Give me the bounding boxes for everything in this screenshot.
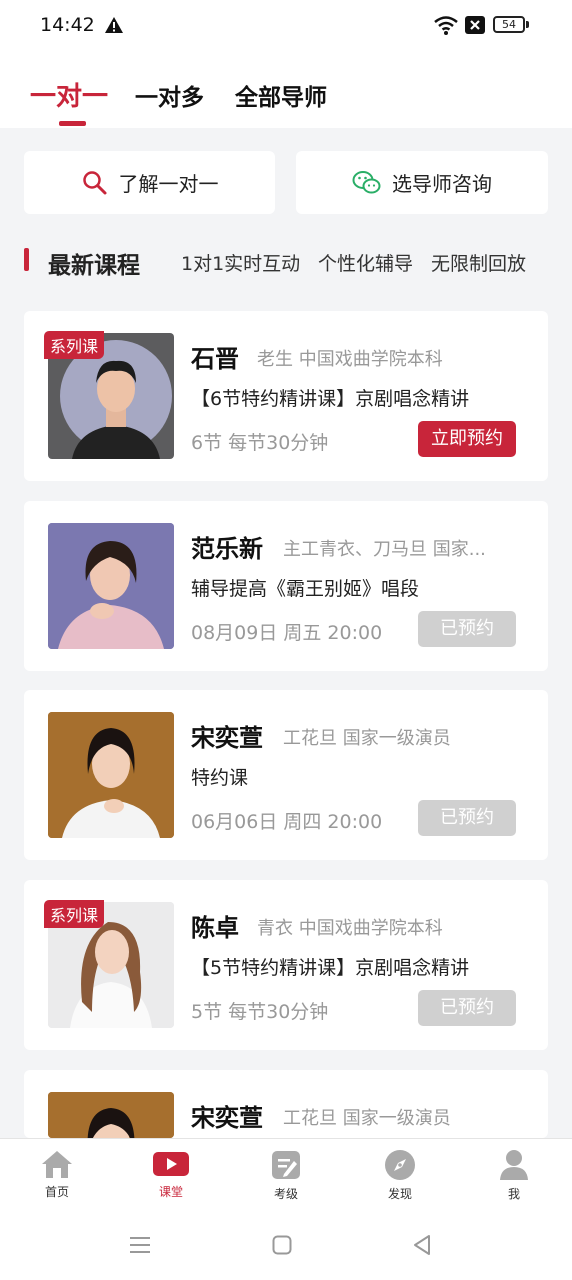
nav-exam[interactable]: 考级 [246, 1149, 326, 1202]
course-title: 辅导提高《霸王别姬》唱段 [191, 578, 420, 600]
status-bar: 14:42 54 [0, 0, 572, 52]
nav-me[interactable]: 我 [474, 1149, 554, 1202]
wechat-icon [352, 170, 381, 193]
teacher-name: 范乐新 [191, 535, 263, 563]
nav-home[interactable]: 首页 [17, 1149, 97, 1200]
compass-icon [385, 1150, 415, 1180]
nav-discover-label: 发现 [387, 1187, 412, 1201]
course-card[interactable]: 系列课 石晋 老生 中国戏曲学院本科 【6节特约精讲课】京剧唱念精讲 6节 每节… [24, 311, 548, 481]
menu-icon[interactable] [129, 1234, 151, 1256]
section-marker [24, 248, 29, 271]
teacher-meta: 主工青衣、刀马旦 国家... [283, 539, 486, 560]
booked-button[interactable]: 已预约 [418, 800, 516, 836]
back-icon[interactable] [412, 1234, 432, 1256]
teacher-photo [48, 523, 174, 649]
booked-button[interactable]: 已预约 [418, 611, 516, 647]
nav-classroom-label: 课堂 [158, 1185, 183, 1199]
nav-classroom[interactable]: 课堂 [131, 1149, 211, 1200]
nav-home-label: 首页 [44, 1185, 69, 1199]
booked-button[interactable]: 已预约 [418, 990, 516, 1026]
section-tag: 1对1实时互动 [181, 253, 301, 275]
video-class-icon [153, 1152, 189, 1176]
bottom-nav: 首页 课堂 考级 发现 我 [0, 1138, 572, 1215]
active-tab-indicator [59, 121, 86, 126]
section-tag: 无限制回放 [431, 253, 527, 275]
home-icon [42, 1151, 72, 1178]
section-tag: 个性化辅导 [318, 253, 414, 275]
tab-one-to-one[interactable]: 一对一 [30, 76, 108, 113]
choose-tutor-consult-button[interactable]: 选导师咨询 [296, 151, 548, 214]
learn-one-to-one-button[interactable]: 了解一对一 [24, 151, 275, 214]
series-badge: 系列课 [44, 900, 105, 928]
exam-edit-icon [272, 1151, 300, 1179]
teacher-meta: 工花旦 国家一级演员 [283, 728, 451, 749]
course-title: 【6节特约精讲课】京剧唱念精讲 [191, 388, 470, 410]
home-square-icon[interactable] [272, 1234, 292, 1256]
course-title: 特约课 [191, 767, 249, 789]
nav-me-label: 我 [507, 1187, 520, 1201]
teacher-meta: 老生 中国戏曲学院本科 [257, 349, 443, 370]
course-info: 5节 每节30分钟 [191, 1001, 329, 1023]
section-title: 最新课程 [48, 253, 140, 279]
course-info: 6节 每节30分钟 [191, 432, 329, 454]
course-card[interactable]: 范乐新 主工青衣、刀马旦 国家... 辅导提高《霸王别姬》唱段 08月09日 周… [24, 501, 548, 671]
teacher-name: 石晋 [191, 345, 239, 373]
status-time: 14:42 [40, 14, 95, 36]
course-card[interactable]: 宋奕萱 工花旦 国家一级演员 [24, 1070, 548, 1138]
search-icon [82, 170, 106, 194]
tab-one-to-many[interactable]: 一对多 [135, 78, 204, 112]
teacher-photo [48, 712, 174, 838]
nav-exam-label: 考级 [273, 1187, 298, 1201]
course-title: 【5节特约精讲课】京剧唱念精讲 [191, 957, 470, 979]
battery-tip [526, 21, 529, 28]
teacher-name: 宋奕萱 [191, 724, 263, 752]
tab-all-tutors[interactable]: 全部导师 [235, 78, 327, 112]
learn-one-to-one-label: 了解一对一 [118, 172, 219, 196]
teacher-photo [48, 1092, 174, 1138]
book-now-button[interactable]: 立即预约 [418, 421, 516, 457]
nav-discover[interactable]: 发现 [360, 1149, 440, 1202]
course-info: 08月09日 周五 20:00 [191, 622, 383, 644]
system-nav-bar [0, 1214, 572, 1280]
teacher-name: 宋奕萱 [191, 1104, 263, 1132]
teacher-name: 陈卓 [191, 914, 239, 942]
teacher-meta: 工花旦 国家一级演员 [283, 1108, 451, 1129]
choose-tutor-consult-label: 选导师咨询 [392, 172, 492, 196]
teacher-meta: 青衣 中国戏曲学院本科 [257, 918, 443, 939]
course-card[interactable]: 宋奕萱 工花旦 国家一级演员 特约课 06月06日 周四 20:00 已预约 [24, 690, 548, 860]
course-info: 06月06日 周四 20:00 [191, 811, 383, 833]
wifi-icon [434, 16, 458, 35]
sim-off-icon [465, 16, 485, 34]
course-card[interactable]: 系列课 陈卓 青衣 中国戏曲学院本科 【5节特约精讲课】京剧唱念精讲 5节 每节… [24, 880, 548, 1050]
series-badge: 系列课 [44, 331, 105, 359]
battery-indicator: 54 [493, 16, 525, 33]
user-icon [500, 1150, 528, 1180]
top-tabs: 一对一 一对多 全部导师 [0, 52, 572, 128]
warning-icon [105, 17, 123, 33]
